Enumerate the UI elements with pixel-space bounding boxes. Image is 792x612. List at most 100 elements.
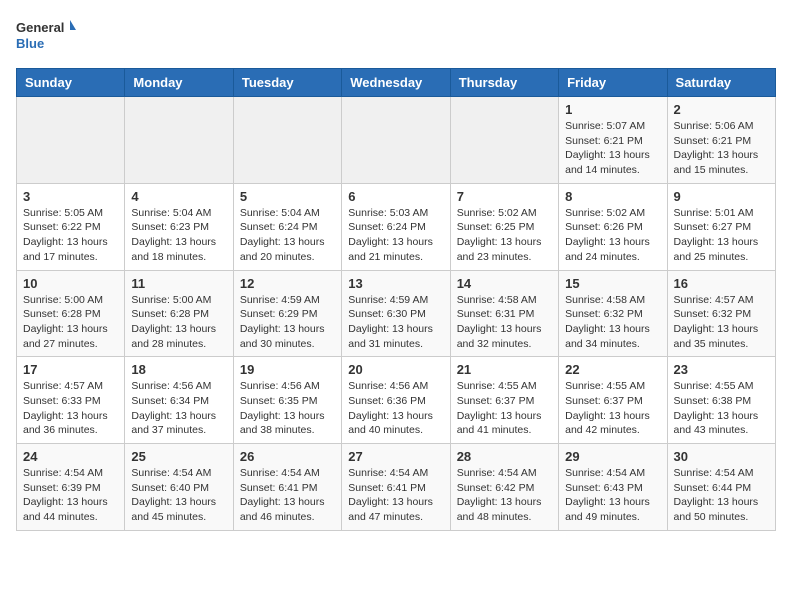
calendar-cell: 6Sunrise: 5:03 AM Sunset: 6:24 PM Daylig… bbox=[342, 183, 450, 270]
day-info: Sunrise: 5:00 AM Sunset: 6:28 PM Dayligh… bbox=[131, 293, 226, 352]
calendar-cell: 11 Sunrise: 5:00 AM Sunset: 6:28 PM Dayli… bbox=[125, 270, 233, 357]
day-number: 21 bbox=[457, 362, 552, 377]
day-number: 18 bbox=[131, 362, 226, 377]
calendar-cell bbox=[125, 97, 233, 184]
calendar-cell: 2 Sunrise: 5:06 AM Sunset: 6:21 PM Daylig… bbox=[667, 97, 775, 184]
day-number: 27 bbox=[348, 449, 443, 464]
day-info: Sunrise: 4:54 AM Sunset: 6:43 PM Dayligh… bbox=[565, 466, 660, 525]
day-number: 5 bbox=[240, 189, 335, 204]
col-header-wednesday: Wednesday bbox=[342, 69, 450, 97]
day-number: 23 bbox=[674, 362, 769, 377]
calendar-cell: 28 Sunrise: 4:54 AM Sunset: 6:42 PM Dayli… bbox=[450, 444, 558, 531]
day-number: 25 bbox=[131, 449, 226, 464]
day-number: 1 bbox=[565, 102, 660, 117]
day-info: Sunrise: 4:54 AM Sunset: 6:39 PM Dayligh… bbox=[23, 466, 118, 525]
day-info: Sunrise: 5:04 AM Sunset: 6:23 PM Dayligh… bbox=[131, 206, 226, 265]
day-number: 7 bbox=[457, 189, 552, 204]
calendar-cell: 20Sunrise: 4:56 AM Sunset: 6:36 PM Dayli… bbox=[342, 357, 450, 444]
day-number: 6 bbox=[348, 189, 443, 204]
calendar-cell: 15 Sunrise: 4:58 AM Sunset: 6:32 PM Dayli… bbox=[559, 270, 667, 357]
day-info: Sunrise: 4:54 AM Sunset: 6:41 PM Dayligh… bbox=[240, 466, 335, 525]
col-header-monday: Monday bbox=[125, 69, 233, 97]
day-info: Sunrise: 5:06 AM Sunset: 6:21 PM Dayligh… bbox=[674, 119, 769, 178]
day-info: Sunrise: 4:59 AM Sunset: 6:30 PM Dayligh… bbox=[348, 293, 443, 352]
day-number: 28 bbox=[457, 449, 552, 464]
day-number: 17 bbox=[23, 362, 118, 377]
calendar-cell: 26 Sunrise: 4:54 AM Sunset: 6:41 PM Dayli… bbox=[233, 444, 341, 531]
day-info: Sunrise: 4:55 AM Sunset: 6:37 PM Dayligh… bbox=[457, 379, 552, 438]
col-header-saturday: Saturday bbox=[667, 69, 775, 97]
calendar-cell: 19 Sunrise: 4:56 AM Sunset: 6:35 PM Dayli… bbox=[233, 357, 341, 444]
day-info: Sunrise: 5:02 AM Sunset: 6:25 PM Dayligh… bbox=[457, 206, 552, 265]
calendar-cell bbox=[233, 97, 341, 184]
day-number: 2 bbox=[674, 102, 769, 117]
logo: General Blue bbox=[16, 16, 76, 56]
page-header: General Blue bbox=[16, 16, 776, 56]
day-info: Sunrise: 5:07 AM Sunset: 6:21 PM Dayligh… bbox=[565, 119, 660, 178]
col-header-sunday: Sunday bbox=[17, 69, 125, 97]
day-number: 4 bbox=[131, 189, 226, 204]
col-header-friday: Friday bbox=[559, 69, 667, 97]
calendar-cell bbox=[342, 97, 450, 184]
calendar-cell: 22 Sunrise: 4:55 AM Sunset: 6:37 PM Dayli… bbox=[559, 357, 667, 444]
calendar-cell: 13 Sunrise: 4:59 AM Sunset: 6:30 PM Dayli… bbox=[342, 270, 450, 357]
day-number: 9 bbox=[674, 189, 769, 204]
calendar-cell: 9 Sunrise: 5:01 AM Sunset: 6:27 PM Daylig… bbox=[667, 183, 775, 270]
day-number: 3 bbox=[23, 189, 118, 204]
day-number: 19 bbox=[240, 362, 335, 377]
day-info: Sunrise: 5:05 AM Sunset: 6:22 PM Dayligh… bbox=[23, 206, 118, 265]
day-number: 11 bbox=[131, 276, 226, 291]
calendar-cell: 1 Sunrise: 5:07 AM Sunset: 6:21 PM Daylig… bbox=[559, 97, 667, 184]
calendar-cell: 14 Sunrise: 4:58 AM Sunset: 6:31 PM Dayli… bbox=[450, 270, 558, 357]
day-info: Sunrise: 5:02 AM Sunset: 6:26 PM Dayligh… bbox=[565, 206, 660, 265]
calendar-cell: 29 Sunrise: 4:54 AM Sunset: 6:43 PM Dayli… bbox=[559, 444, 667, 531]
day-info: Sunrise: 4:54 AM Sunset: 6:44 PM Dayligh… bbox=[674, 466, 769, 525]
day-number: 30 bbox=[674, 449, 769, 464]
day-info: Sunrise: 4:55 AM Sunset: 6:38 PM Dayligh… bbox=[674, 379, 769, 438]
day-info: Sunrise: 5:00 AM Sunset: 6:28 PM Dayligh… bbox=[23, 293, 118, 352]
col-header-tuesday: Tuesday bbox=[233, 69, 341, 97]
calendar-cell: 8 Sunrise: 5:02 AM Sunset: 6:26 PM Daylig… bbox=[559, 183, 667, 270]
day-number: 14 bbox=[457, 276, 552, 291]
day-info: Sunrise: 4:58 AM Sunset: 6:31 PM Dayligh… bbox=[457, 293, 552, 352]
calendar-cell bbox=[17, 97, 125, 184]
calendar-cell: 3 Sunrise: 5:05 AM Sunset: 6:22 PM Daylig… bbox=[17, 183, 125, 270]
day-info: Sunrise: 5:04 AM Sunset: 6:24 PM Dayligh… bbox=[240, 206, 335, 265]
calendar-cell: 23 Sunrise: 4:55 AM Sunset: 6:38 PM Dayli… bbox=[667, 357, 775, 444]
day-number: 26 bbox=[240, 449, 335, 464]
day-number: 20 bbox=[348, 362, 443, 377]
day-info: Sunrise: 4:56 AM Sunset: 6:34 PM Dayligh… bbox=[131, 379, 226, 438]
day-number: 10 bbox=[23, 276, 118, 291]
day-number: 16 bbox=[674, 276, 769, 291]
day-number: 29 bbox=[565, 449, 660, 464]
calendar-cell: 17Sunrise: 4:57 AM Sunset: 6:33 PM Dayli… bbox=[17, 357, 125, 444]
day-info: Sunrise: 4:59 AM Sunset: 6:29 PM Dayligh… bbox=[240, 293, 335, 352]
day-number: 22 bbox=[565, 362, 660, 377]
day-number: 8 bbox=[565, 189, 660, 204]
calendar-table: SundayMondayTuesdayWednesdayThursdayFrid… bbox=[16, 68, 776, 531]
day-info: Sunrise: 4:54 AM Sunset: 6:41 PM Dayligh… bbox=[348, 466, 443, 525]
day-info: Sunrise: 4:56 AM Sunset: 6:35 PM Dayligh… bbox=[240, 379, 335, 438]
day-info: Sunrise: 5:01 AM Sunset: 6:27 PM Dayligh… bbox=[674, 206, 769, 265]
col-header-thursday: Thursday bbox=[450, 69, 558, 97]
day-info: Sunrise: 4:58 AM Sunset: 6:32 PM Dayligh… bbox=[565, 293, 660, 352]
svg-text:Blue: Blue bbox=[16, 36, 44, 51]
day-number: 15 bbox=[565, 276, 660, 291]
calendar-cell: 7 Sunrise: 5:02 AM Sunset: 6:25 PM Daylig… bbox=[450, 183, 558, 270]
day-number: 12 bbox=[240, 276, 335, 291]
calendar-cell: 30 Sunrise: 4:54 AM Sunset: 6:44 PM Dayli… bbox=[667, 444, 775, 531]
logo-svg: General Blue bbox=[16, 16, 76, 56]
calendar-cell: 27 Sunrise: 4:54 AM Sunset: 6:41 PM Dayli… bbox=[342, 444, 450, 531]
day-info: Sunrise: 4:54 AM Sunset: 6:42 PM Dayligh… bbox=[457, 466, 552, 525]
svg-text:General: General bbox=[16, 20, 64, 35]
calendar-cell: 21 Sunrise: 4:55 AM Sunset: 6:37 PM Dayli… bbox=[450, 357, 558, 444]
day-info: Sunrise: 4:54 AM Sunset: 6:40 PM Dayligh… bbox=[131, 466, 226, 525]
day-info: Sunrise: 4:57 AM Sunset: 6:32 PM Dayligh… bbox=[674, 293, 769, 352]
day-info: Sunrise: 4:55 AM Sunset: 6:37 PM Dayligh… bbox=[565, 379, 660, 438]
day-number: 13 bbox=[348, 276, 443, 291]
calendar-cell: 24Sunrise: 4:54 AM Sunset: 6:39 PM Dayli… bbox=[17, 444, 125, 531]
calendar-cell: 16 Sunrise: 4:57 AM Sunset: 6:32 PM Dayli… bbox=[667, 270, 775, 357]
calendar-cell: 25 Sunrise: 4:54 AM Sunset: 6:40 PM Dayli… bbox=[125, 444, 233, 531]
calendar-cell: 5 Sunrise: 5:04 AM Sunset: 6:24 PM Daylig… bbox=[233, 183, 341, 270]
calendar-cell: 12 Sunrise: 4:59 AM Sunset: 6:29 PM Dayli… bbox=[233, 270, 341, 357]
